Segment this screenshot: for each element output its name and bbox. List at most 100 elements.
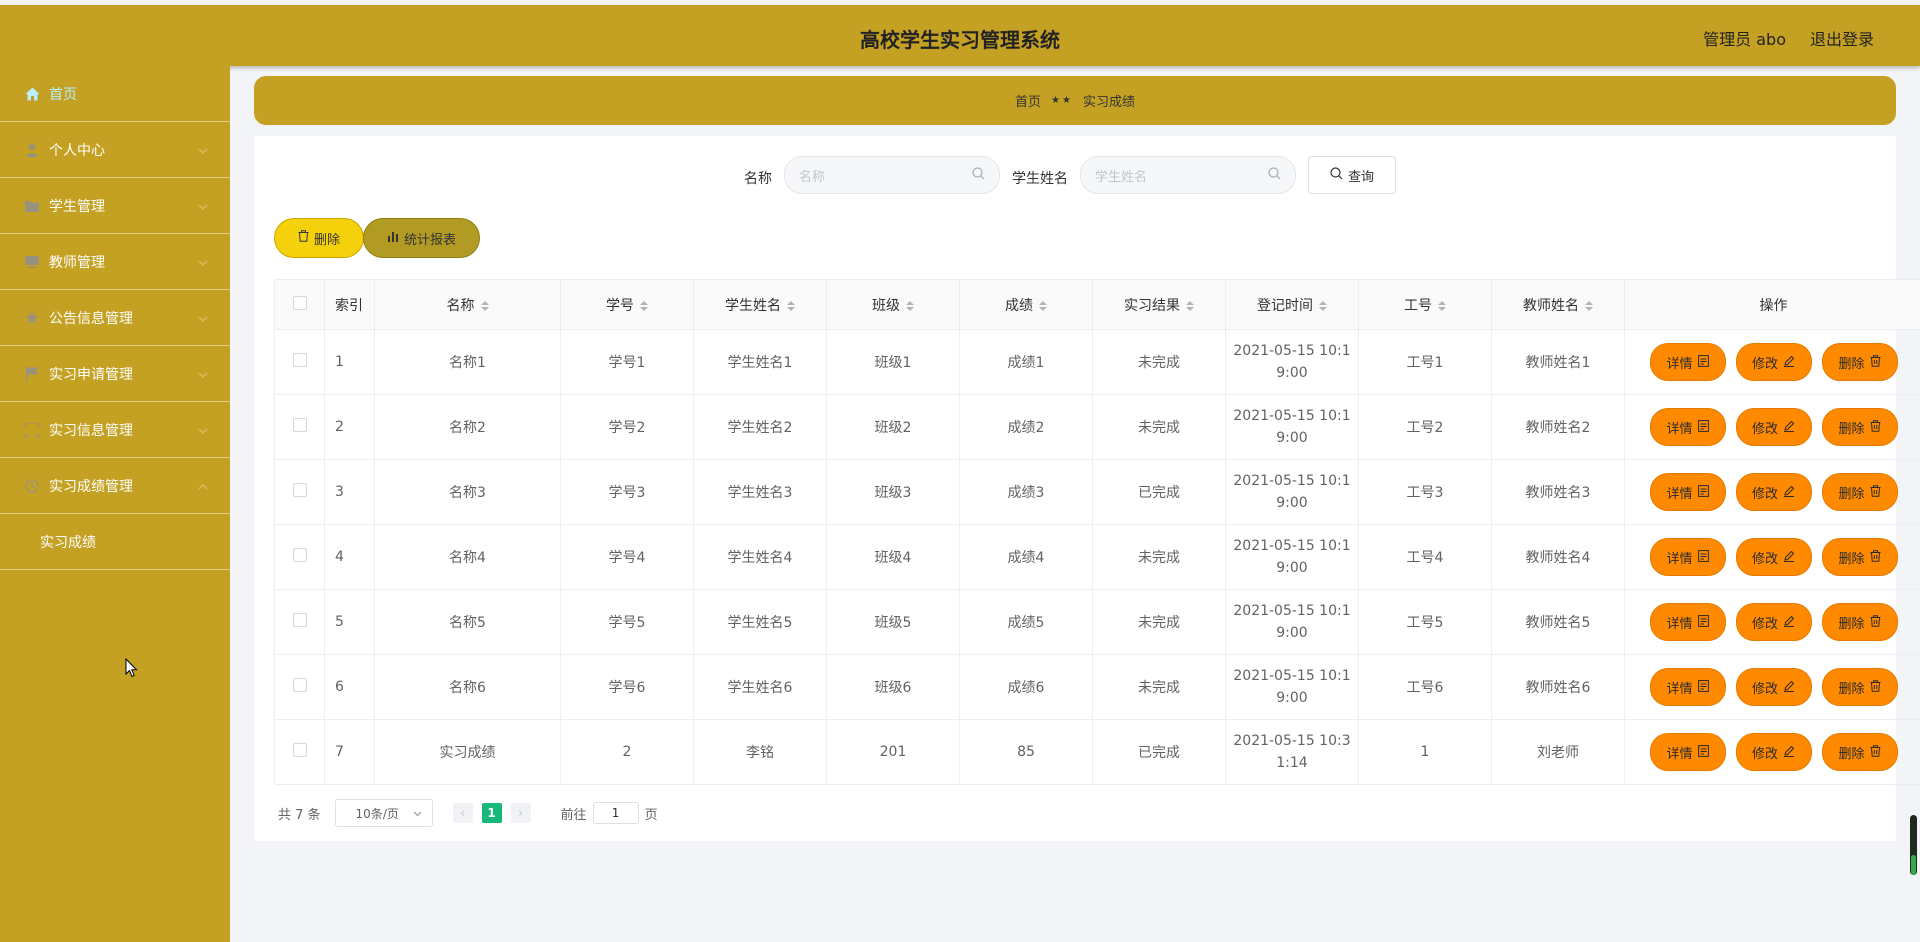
column-header-student-name[interactable]: 学生姓名 <box>693 279 827 330</box>
column-header-register-time[interactable]: 登记时间 <box>1225 279 1359 330</box>
edit-button[interactable]: 修改 <box>1735 408 1812 446</box>
register-time-line2: 9:00 <box>1276 365 1308 381</box>
student-name-search-input[interactable]: 学生姓名 <box>1080 156 1296 194</box>
select-all-checkbox[interactable] <box>292 295 307 310</box>
cell-teacher-name: 教师姓名2 <box>1491 394 1625 460</box>
row-checkbox[interactable] <box>292 353 307 367</box>
sort-icon[interactable] <box>1438 300 1446 311</box>
detail-button[interactable]: 详情 <box>1649 538 1726 576</box>
column-header-label: 索引 <box>335 297 363 314</box>
column-header-score[interactable]: 成绩 <box>959 279 1093 330</box>
sort-icon[interactable] <box>1319 300 1327 311</box>
cell-teacher-name: 教师姓名6 <box>1491 654 1625 720</box>
cell-index: 3 <box>324 459 375 525</box>
current-page-number[interactable]: 1 <box>481 803 502 823</box>
delete-button[interactable]: 删除 <box>1821 473 1898 511</box>
sidebar-item-home[interactable]: 首页 <box>0 66 230 122</box>
edit-button[interactable]: 修改 <box>1735 733 1812 771</box>
delete-button[interactable]: 删除 <box>1821 668 1898 706</box>
sort-icon[interactable] <box>1039 300 1047 311</box>
grades-table: 索引 名称 学号 学生姓名 班级 成绩 实习结果 登记时间 工号 教师姓名 操作… <box>274 279 1920 785</box>
edit-button[interactable]: 修改 <box>1735 538 1812 576</box>
sort-icon[interactable] <box>480 300 489 311</box>
page-scrollbar-thumb[interactable] <box>1911 855 1916 875</box>
sidebar-item-internship-info[interactable]: 实习信息管理 <box>0 402 230 458</box>
delete-button[interactable]: 删除 <box>1821 538 1898 576</box>
search-icon <box>1268 166 1281 184</box>
column-header-student-no[interactable]: 学号 <box>560 279 694 330</box>
cell-teacher-name: 教师姓名1 <box>1491 329 1625 395</box>
edit-icon <box>1783 355 1795 370</box>
row-checkbox[interactable] <box>292 743 307 757</box>
edit-button[interactable]: 修改 <box>1735 343 1812 381</box>
name-search-input[interactable]: 名称 <box>784 156 1000 194</box>
column-header-teacher-name[interactable]: 教师姓名 <box>1491 279 1625 330</box>
row-checkbox[interactable] <box>292 678 307 692</box>
column-header-class[interactable]: 班级 <box>826 279 960 330</box>
detail-button[interactable]: 详情 <box>1649 343 1726 381</box>
detail-button-label: 详情 <box>1666 681 1693 697</box>
detail-button[interactable]: 详情 <box>1649 408 1726 446</box>
register-time-line1: 2021-05-15 10:3 <box>1233 733 1351 749</box>
edit-button[interactable]: 修改 <box>1735 668 1812 706</box>
column-header-label: 操作 <box>1759 297 1788 314</box>
cell-teacher-no: 工号4 <box>1358 524 1492 590</box>
sort-icon[interactable] <box>1186 300 1194 311</box>
detail-button[interactable]: 详情 <box>1649 668 1726 706</box>
mouse-cursor-icon <box>125 657 139 682</box>
detail-button[interactable]: 详情 <box>1649 473 1726 511</box>
sidebar-item-announcements[interactable]: 公告信息管理 <box>0 290 230 346</box>
row-checkbox[interactable] <box>292 613 307 627</box>
logout-link[interactable]: 退出登录 <box>1810 26 1874 50</box>
cell-register-time: 2021-05-15 10:3 1:14 <box>1225 719 1359 785</box>
prev-page-button[interactable]: ‹ <box>452 803 473 823</box>
cell-name: 名称6 <box>374 654 561 720</box>
sort-icon[interactable] <box>906 300 914 311</box>
sort-icon[interactable] <box>1585 300 1593 311</box>
sidebar-item-profile[interactable]: 个人中心 <box>0 122 230 178</box>
sidebar-item-label: 学生管理 <box>49 198 105 215</box>
row-checkbox[interactable] <box>292 548 307 562</box>
column-header-result[interactable]: 实习结果 <box>1092 279 1226 330</box>
statistics-report-button[interactable]: 统计报表 <box>363 218 480 258</box>
row-checkbox[interactable] <box>292 418 307 432</box>
cell-actions: 详情 修改 删除 <box>1624 394 1920 460</box>
detail-button-label: 详情 <box>1666 356 1693 372</box>
cell-teacher-no: 工号2 <box>1358 394 1492 460</box>
column-header-name[interactable]: 名称 <box>374 279 561 330</box>
sidebar-subitem-grades[interactable]: 实习成绩 <box>0 514 230 570</box>
cell-teacher-name: 刘老师 <box>1491 719 1625 785</box>
cell-name: 名称1 <box>374 329 561 395</box>
sidebar-item-students[interactable]: 学生管理 <box>0 178 230 234</box>
page-size-select[interactable]: 10条/页 <box>334 799 433 827</box>
goto-page-input[interactable]: 1 <box>592 802 639 824</box>
detail-button[interactable]: 详情 <box>1649 603 1726 641</box>
delete-button[interactable]: 删除 <box>1821 733 1898 771</box>
sort-icon[interactable] <box>640 300 648 311</box>
query-button[interactable]: 查询 <box>1308 156 1396 194</box>
cell-student-name: 学生姓名5 <box>693 589 827 655</box>
cell-result: 未完成 <box>1092 589 1226 655</box>
sidebar-item-applications[interactable]: 实习申请管理 <box>0 346 230 402</box>
detail-button[interactable]: 详情 <box>1649 733 1726 771</box>
register-time-line2: 1:14 <box>1276 755 1308 771</box>
sort-icon[interactable] <box>787 300 795 311</box>
cell-student-no: 学号6 <box>560 654 694 720</box>
cell-actions: 详情 修改 删除 <box>1624 329 1920 395</box>
delete-button-label: 删除 <box>1838 551 1865 567</box>
column-header-teacher-no[interactable]: 工号 <box>1358 279 1492 330</box>
next-page-button[interactable]: › <box>510 803 531 823</box>
edit-button[interactable]: 修改 <box>1735 473 1812 511</box>
frame-icon <box>24 422 40 438</box>
total-count: 共 7 条 <box>278 807 321 823</box>
edit-button[interactable]: 修改 <box>1735 603 1812 641</box>
sidebar-item-teachers[interactable]: 教师管理 <box>0 234 230 290</box>
delete-button[interactable]: 删除 <box>1821 603 1898 641</box>
batch-delete-button[interactable]: 删除 <box>274 218 364 258</box>
sidebar-item-grades[interactable]: 实习成绩管理 <box>0 458 230 514</box>
breadcrumb-home[interactable]: 首页 <box>1015 91 1041 110</box>
row-checkbox[interactable] <box>292 483 307 497</box>
delete-button[interactable]: 删除 <box>1821 343 1898 381</box>
sidebar: 首页 个人中心 学生管理 教师管理 公告信息管理 实习申请管理 实习信息管理 实… <box>0 66 230 942</box>
delete-button[interactable]: 删除 <box>1821 408 1898 446</box>
